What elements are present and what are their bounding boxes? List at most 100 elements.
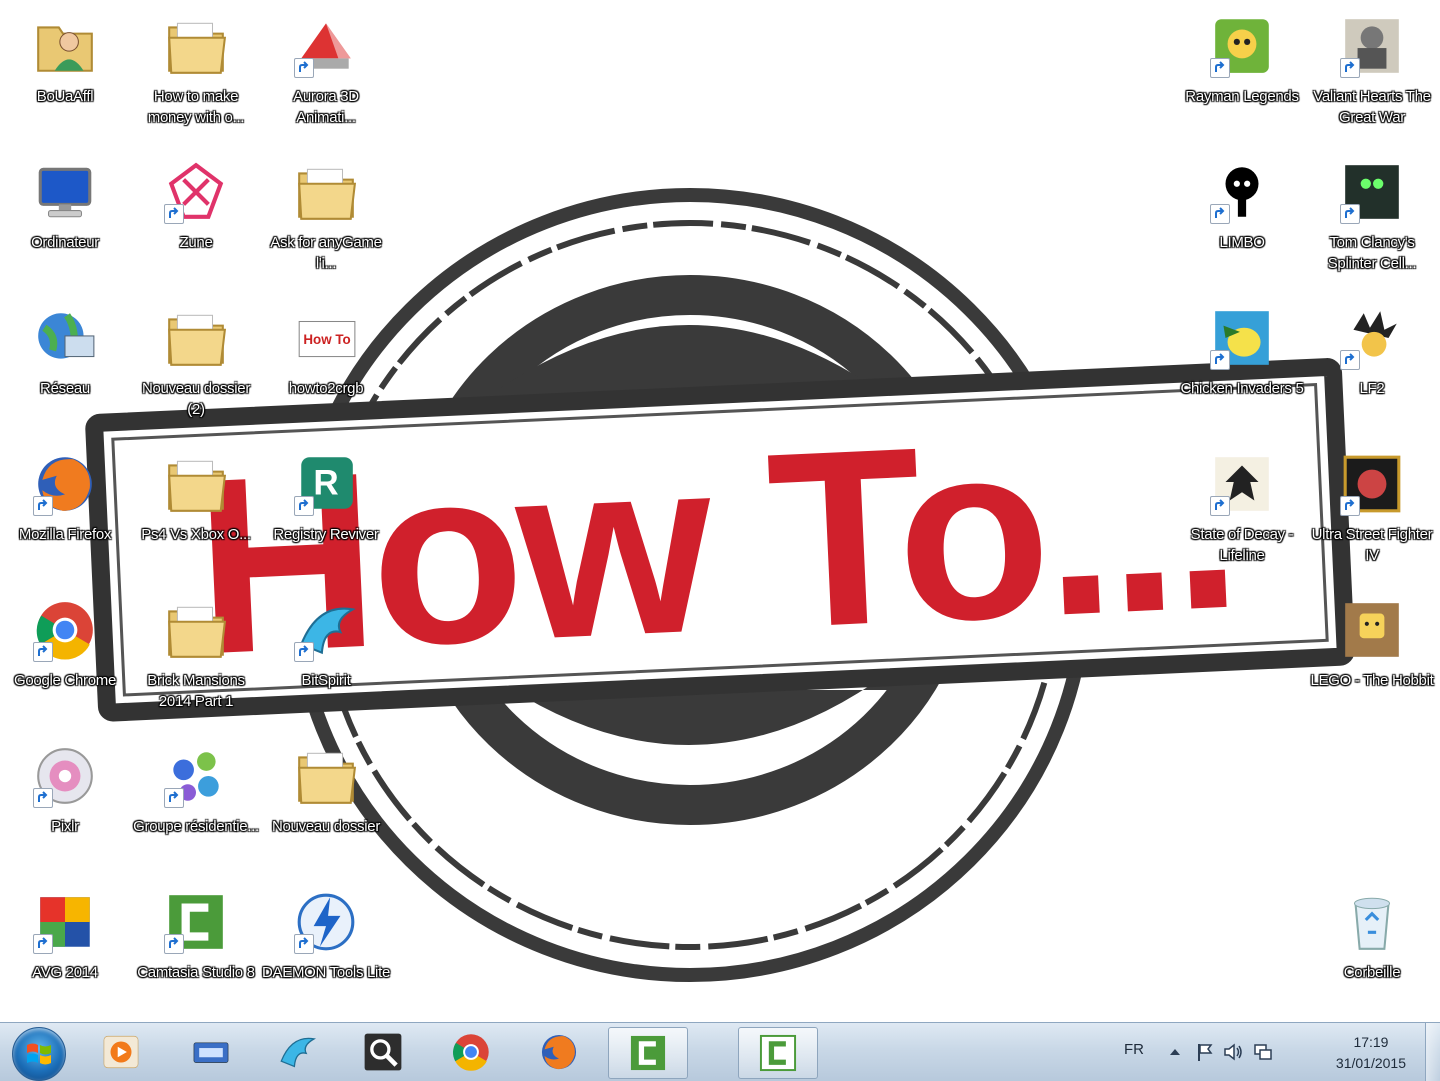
desktop-icon[interactable]: DAEMON Tools Lite [262, 880, 390, 1020]
shortcut-arrow-icon [1340, 58, 1360, 78]
desktop-icon[interactable]: Ordinateur [1, 150, 129, 290]
desktop-icon[interactable]: Corbeille [1308, 880, 1436, 1020]
language-indicator[interactable]: FR [1124, 1041, 1144, 1058]
taskbar-button[interactable] [738, 1027, 818, 1079]
taskbar-button[interactable] [258, 1027, 336, 1077]
desktop-icon[interactable]: LIMBO [1178, 150, 1306, 290]
taskbar-button[interactable] [344, 1027, 422, 1077]
desktop-icon[interactable]: Nouveau dossier [262, 734, 390, 874]
desktop-icon[interactable]: BitSpirit [262, 588, 390, 728]
rayman-icon [1208, 12, 1276, 80]
clock-date: 31/01/2015 [1335, 1055, 1406, 1071]
registry-reviver-icon: R [292, 450, 360, 518]
desktop-icon[interactable]: LF2 [1308, 296, 1436, 436]
magnifier-icon [364, 1033, 402, 1071]
desktop-icon-label: LIMBO [1219, 234, 1265, 251]
taskbar-button[interactable] [82, 1027, 160, 1077]
desktop-icon[interactable]: R Registry Reviver [262, 442, 390, 582]
desktop-icon[interactable]: Zune [132, 150, 260, 290]
clock[interactable]: 17:19 31/01/2015 [1336, 1032, 1406, 1074]
action-center-flag-icon[interactable] [1194, 1041, 1216, 1063]
taskbar-button[interactable] [432, 1027, 510, 1077]
limbo-icon [1208, 158, 1276, 226]
splinter-cell-icon [1338, 158, 1406, 226]
folder-icon [162, 596, 230, 664]
zune-icon [162, 158, 230, 226]
taskbar-button[interactable] [172, 1027, 250, 1077]
computer-icon [31, 158, 99, 226]
desktop-icon[interactable]: Groupe résidentie... [132, 734, 260, 874]
desktop-icon-label: BoUaAffl [36, 88, 94, 105]
desktop-icon-label: DAEMON Tools Lite [262, 964, 391, 981]
shortcut-arrow-icon [33, 496, 53, 516]
desktop-icon[interactable]: Aurora 3D Animati... [262, 4, 390, 144]
aurora-3d-icon [292, 12, 360, 80]
taskbar-button[interactable] [608, 1027, 688, 1079]
shortcut-arrow-icon [1210, 350, 1230, 370]
desktop-icon-label: LF2 [1359, 380, 1385, 397]
chrome-icon [452, 1034, 489, 1071]
network-status-icon[interactable] [1252, 1041, 1274, 1063]
shortcut-arrow-icon [33, 642, 53, 662]
desktop-icon[interactable]: State of Decay - Lifeline [1178, 442, 1306, 582]
desktop-icon[interactable]: How To howto2crgb [262, 296, 390, 436]
desktop-icon[interactable]: Brick Mansions 2014 Part 1 [132, 588, 260, 728]
folder-icon [292, 158, 360, 226]
desktop-icon-label: Aurora 3D Animati... [293, 88, 359, 126]
desktop-icon[interactable]: Réseau [1, 296, 129, 436]
desktop-icon[interactable]: Valiant Hearts The Great War [1308, 4, 1436, 144]
state-of-decay-icon [1208, 450, 1276, 518]
desktop-icon[interactable]: Chicken Invaders 5 [1178, 296, 1306, 436]
image-file-icon: How To [292, 304, 360, 372]
desktop-icon-label: AVG 2014 [32, 964, 98, 981]
desktop-icon[interactable]: Mozilla Firefox [1, 442, 129, 582]
desktop-icon-label: BitSpirit [301, 672, 351, 689]
taskbar-button[interactable] [520, 1027, 598, 1077]
desktop-icon-label: Pixlr [51, 818, 79, 835]
desktop-icon-label: Corbeille [1343, 964, 1401, 981]
desktop-icon[interactable]: AVG 2014 [1, 880, 129, 1020]
desktop-icon-label: State of Decay - Lifeline [1190, 526, 1294, 564]
shortcut-arrow-icon [294, 496, 314, 516]
shortcut-arrow-icon [294, 642, 314, 662]
camtasia-recorder-icon [759, 1034, 797, 1072]
desktop-icon[interactable]: Tom Clancy's Splinter Cell... [1308, 150, 1436, 290]
desktop-icon-label: Ordinateur [31, 234, 99, 251]
shortcut-arrow-icon [294, 58, 314, 78]
desktop-icon[interactable]: BoUaAffl [1, 4, 129, 144]
start-button[interactable] [12, 1027, 66, 1081]
desktop-icon-label: Valiant Hearts The Great War [1313, 88, 1431, 126]
desktop-icon[interactable]: Ultra Street Fighter IV [1308, 442, 1436, 582]
desktop-icon[interactable]: Ps4 Vs Xbox O... [132, 442, 260, 582]
desktop-icon-label: Nouveau dossier (2) [141, 380, 251, 418]
firefox-icon [31, 450, 99, 518]
folder-icon [162, 450, 230, 518]
desktop-icon[interactable]: Pixlr [1, 734, 129, 874]
windows-logo-icon [27, 1043, 51, 1065]
lf2-icon [1338, 304, 1406, 372]
shortcut-arrow-icon [1210, 58, 1230, 78]
desktop-icon[interactable]: Ask for anyGame l'i... [262, 150, 390, 290]
folder-icon [162, 304, 230, 372]
desktop-icon-label: Réseau [40, 380, 90, 397]
avg-icon [31, 888, 99, 956]
device-manager-icon [193, 1042, 229, 1063]
show-desktop-button[interactable] [1425, 1023, 1440, 1081]
shortcut-arrow-icon [164, 934, 184, 954]
desktop-icon[interactable]: Rayman Legends [1178, 4, 1306, 144]
show-hidden-icons-icon[interactable] [1164, 1041, 1186, 1063]
desktop-icon-label: Google Chrome [14, 672, 116, 689]
desktop-icon[interactable]: Google Chrome [1, 588, 129, 728]
folder-icon [162, 12, 230, 80]
desktop-icon-label: Registry Reviver [273, 526, 379, 543]
daemon-tools-icon [292, 888, 360, 956]
desktop-icon[interactable]: LEGO - The Hobbit [1308, 588, 1436, 728]
shortcut-arrow-icon [1340, 496, 1360, 516]
chrome-icon [31, 596, 99, 664]
desktop-icon-label: Rayman Legends [1185, 88, 1299, 105]
desktop-icon[interactable]: How to make money with o... [132, 4, 260, 144]
desktop-icon[interactable]: Nouveau dossier (2) [132, 296, 260, 436]
svg-text:How To: How To [303, 332, 350, 347]
desktop-icon[interactable]: Camtasia Studio 8 [132, 880, 260, 1020]
volume-icon[interactable] [1222, 1041, 1244, 1063]
